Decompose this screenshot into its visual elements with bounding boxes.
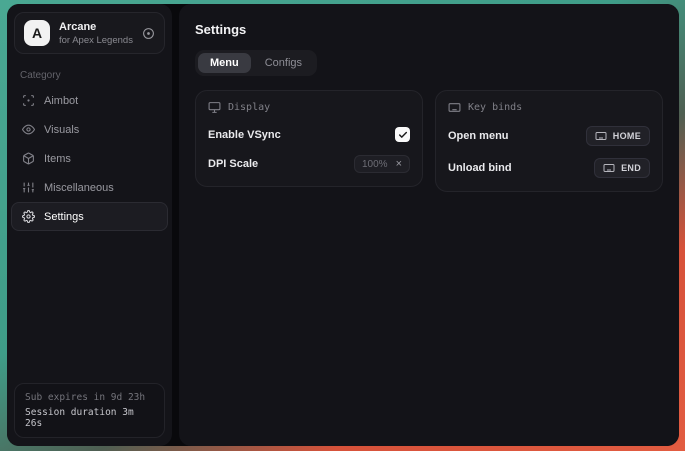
page-title: Settings [195, 22, 663, 37]
setting-row-open-menu: Open menu HOME [448, 126, 650, 146]
tab-menu[interactable]: Menu [198, 53, 251, 73]
monitor-icon [208, 101, 221, 114]
tab-bar: Menu Configs [195, 50, 317, 76]
keybind-value: END [621, 163, 641, 173]
brand-name: Arcane [59, 21, 133, 33]
main-panel: Settings Menu Configs Display [179, 4, 679, 446]
card-title: Display [228, 102, 270, 113]
sub-expiry-text: Sub expires in 9d 23h [25, 392, 154, 403]
setting-label: Unload bind [448, 162, 512, 174]
sidebar-item-aimbot[interactable]: Aimbot [11, 86, 168, 115]
brand-subtitle: for Apex Legends [59, 35, 133, 46]
setting-row-unload-bind: Unload bind END [448, 158, 650, 178]
sidebar-item-label: Visuals [44, 124, 79, 136]
keybinds-card-header: Key binds [448, 101, 650, 114]
setting-row-vsync: Enable VSync [208, 126, 410, 143]
display-card-header: Display [208, 101, 410, 114]
eye-icon [22, 123, 35, 136]
keyboard-icon [448, 101, 461, 114]
sidebar-item-label: Items [44, 153, 71, 165]
session-duration-text: Session duration 3m 26s [25, 407, 154, 429]
dpi-scale-value: 100% [362, 159, 388, 170]
sidebar-item-label: Miscellaneous [44, 182, 114, 194]
open-menu-keybind-button[interactable]: HOME [586, 126, 650, 146]
cheat-overlay-window: A Arcane for Apex Legends Category [7, 4, 679, 446]
crosshair-icon [22, 94, 35, 107]
display-card: Display Enable VSync DPI Scale [195, 90, 423, 187]
brand-logo: A [24, 20, 50, 46]
keybinds-card: Key binds Open menu HOME [435, 90, 663, 192]
settings-cards: Display Enable VSync DPI Scale [195, 90, 663, 192]
keybind-value: HOME [613, 131, 641, 141]
keyboard-icon [603, 162, 615, 174]
sidebar-item-settings[interactable]: Settings [11, 202, 168, 231]
brand-text: Arcane for Apex Legends [59, 21, 133, 46]
sidebar: A Arcane for Apex Legends Category [7, 4, 172, 446]
subscription-info: Sub expires in 9d 23h Session duration 3… [14, 383, 165, 438]
setting-label: Open menu [448, 130, 509, 142]
sidebar-item-visuals[interactable]: Visuals [11, 115, 168, 144]
clear-icon[interactable]: × [396, 159, 402, 170]
gear-icon [22, 210, 35, 223]
vsync-checkbox[interactable] [395, 127, 410, 142]
sidebar-item-label: Settings [44, 211, 84, 223]
sidebar-nav: Aimbot Visuals [11, 86, 168, 231]
setting-label: DPI Scale [208, 158, 258, 170]
setting-label: Enable VSync [208, 129, 281, 141]
target-icon[interactable] [142, 27, 155, 40]
brand-header: A Arcane for Apex Legends [14, 12, 165, 54]
unload-keybind-button[interactable]: END [594, 158, 650, 178]
dpi-scale-input[interactable]: 100% × [354, 155, 410, 173]
sidebar-item-label: Aimbot [44, 95, 78, 107]
keyboard-icon [595, 130, 607, 142]
category-label: Category [20, 70, 172, 81]
sidebar-item-items[interactable]: Items [11, 144, 168, 173]
sliders-icon [22, 181, 35, 194]
tab-configs[interactable]: Configs [253, 53, 314, 73]
game-background: A Arcane for Apex Legends Category [0, 0, 685, 451]
package-icon [22, 152, 35, 165]
check-icon [398, 130, 408, 140]
card-title: Key binds [468, 102, 522, 113]
setting-row-dpi-scale: DPI Scale 100% × [208, 155, 410, 173]
sidebar-item-miscellaneous[interactable]: Miscellaneous [11, 173, 168, 202]
